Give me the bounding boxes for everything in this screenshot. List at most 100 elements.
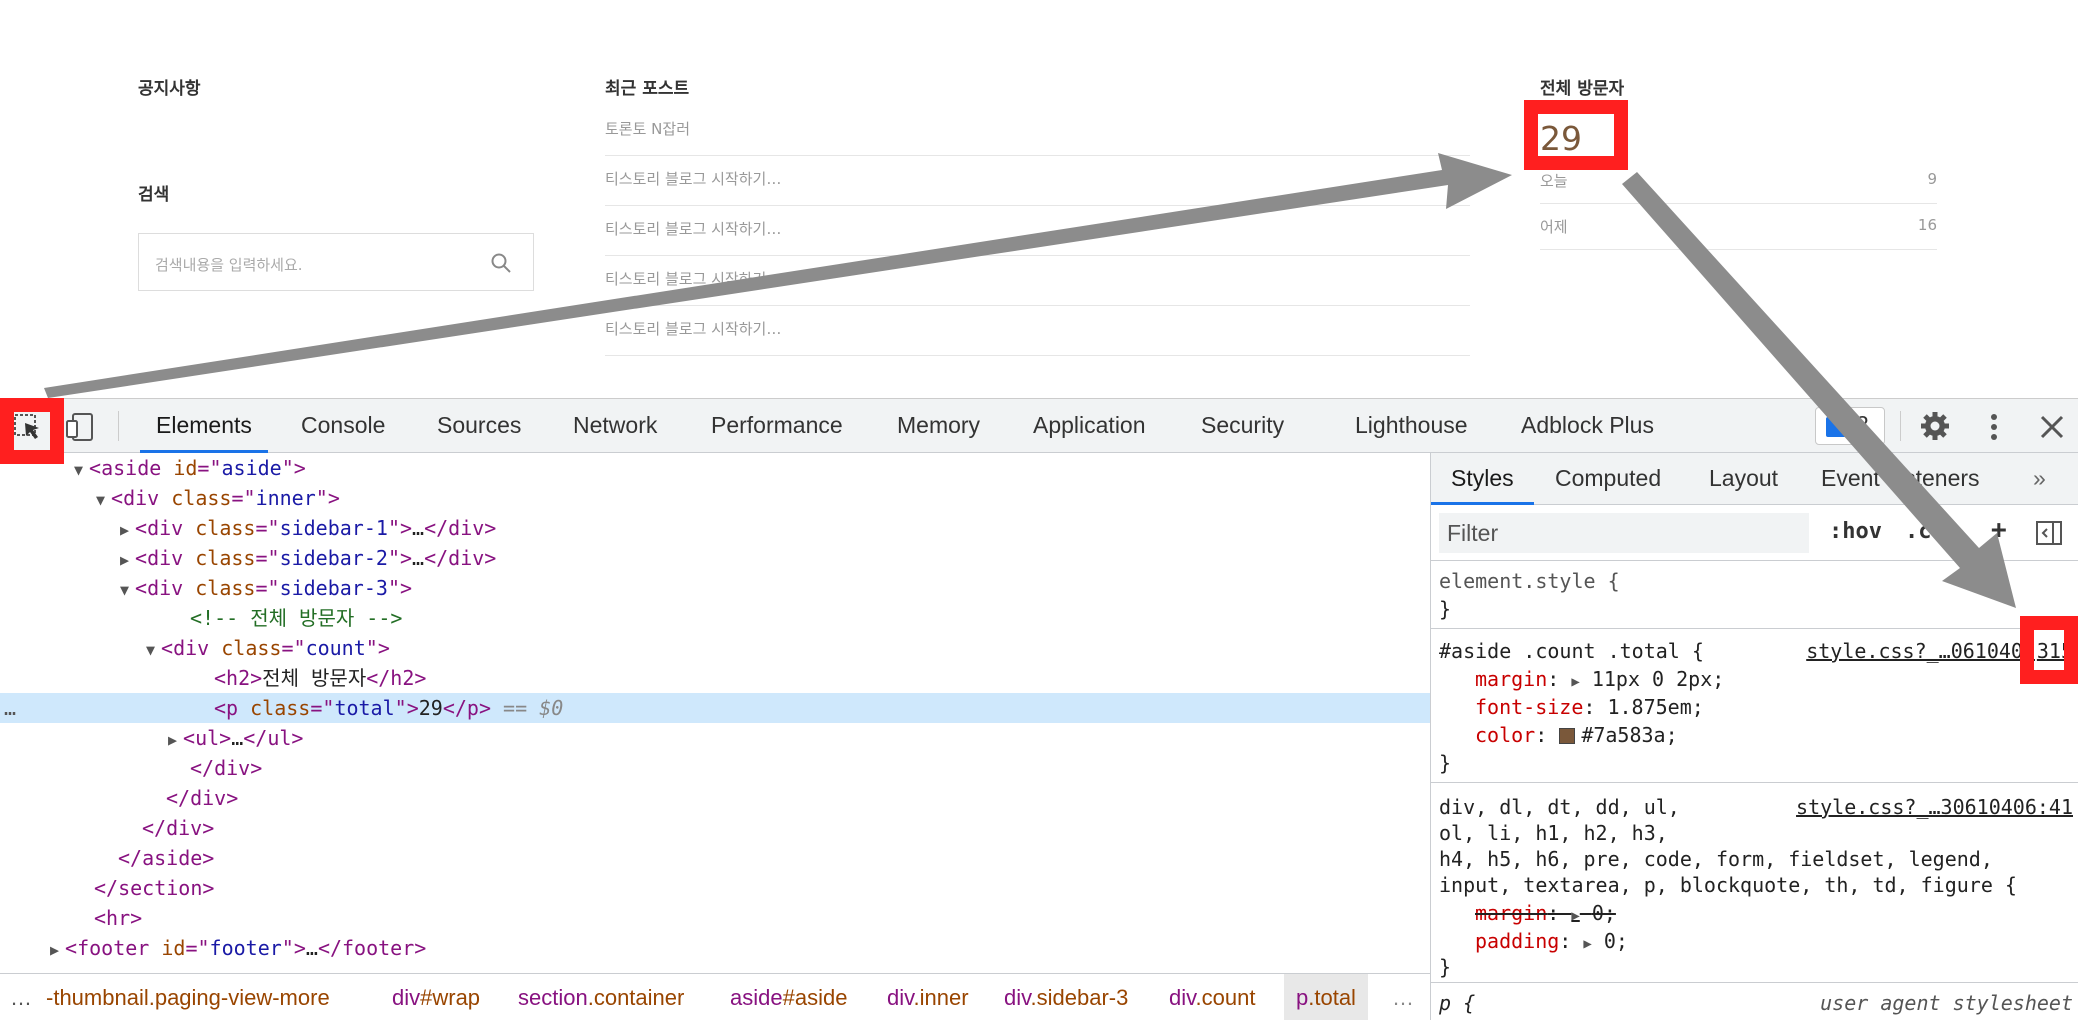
more-options-icon[interactable] xyxy=(1978,411,2010,443)
highlight-box-source-line xyxy=(2020,616,2078,684)
close-brace: } xyxy=(1439,955,1452,979)
search-placeholder: 검색내용을 입력하세요. xyxy=(155,256,303,274)
yesterday-value: 16 xyxy=(1917,216,1937,234)
blog-sidebar-area: 공지사항 검색 검색내용을 입력하세요. 최근 포스트 토론토 N잡러 티스토리… xyxy=(0,0,2078,398)
css-rule-total[interactable]: #aside .count .total { style.css?_…06104… xyxy=(1431,629,2078,783)
user-agent-label: user agent stylesheet xyxy=(1820,991,2073,1015)
issues-count: 2 xyxy=(1856,411,1869,437)
breadcrumb-item-selected[interactable]: p.total xyxy=(1284,974,1368,1020)
elements-tree[interactable]: ▼ <aside id="aside"> ▼ <div class="inner"> ▶… xyxy=(0,453,1430,973)
device-toolbar-icon[interactable] xyxy=(64,411,96,443)
rule-selector-line: ol, li, h1, h2, h3, xyxy=(1439,821,1668,845)
breadcrumb-item[interactable]: section.container xyxy=(518,974,684,1020)
tab-application[interactable]: Application xyxy=(1033,399,1146,453)
expanded-triangle-icon[interactable]: ▼ xyxy=(96,491,105,509)
tab-memory[interactable]: Memory xyxy=(897,399,980,453)
rule-source-link[interactable]: style.css?_…30610406:41 xyxy=(1796,793,2073,821)
css-rule-reset[interactable]: div, dl, dt, dd, ul, style.css?_…3061040… xyxy=(1431,783,2078,983)
dom-node[interactable]: </div> xyxy=(0,753,1430,783)
dom-node[interactable]: <h2>전체 방문자</h2> xyxy=(0,663,1430,693)
search-input[interactable]: 검색내용을 입력하세요. xyxy=(138,233,534,291)
tab-event-listeners[interactable]: Event Listeners xyxy=(1821,453,1980,505)
collapsed-triangle-icon[interactable]: ▶ xyxy=(120,521,129,539)
tab-network[interactable]: Network xyxy=(573,399,657,453)
search-icon[interactable] xyxy=(489,251,513,275)
issues-badge[interactable]: 2 xyxy=(1815,407,1885,445)
breadcrumb-item[interactable]: -thumbnail.paging-view-more xyxy=(46,974,330,1020)
breadcrumb-item[interactable]: div.count xyxy=(1169,974,1255,1020)
recent-post-item[interactable]: 토론토 N잡러 xyxy=(605,106,1470,156)
collapsed-triangle-icon[interactable]: ▶ xyxy=(120,551,129,569)
tab-performance[interactable]: Performance xyxy=(711,399,843,453)
dom-node[interactable]: ▶ <ul>…</ul> xyxy=(0,723,1430,753)
dom-node[interactable]: </div> xyxy=(0,783,1430,813)
dom-node[interactable]: ▶ <footer id="footer">…</footer> xyxy=(0,933,1430,963)
tab-styles[interactable]: Styles xyxy=(1431,453,1534,505)
recent-post-item[interactable]: 티스토리 블로그 시작하기… xyxy=(605,306,1470,356)
rule-selector-line: div, dl, dt, dd, ul, xyxy=(1439,795,1680,819)
devtools-tabbar: Elements Console Sources Network Perform… xyxy=(0,399,2078,453)
dom-node[interactable]: </section> xyxy=(0,873,1430,903)
breadcrumb-right-overflow[interactable]: … xyxy=(1392,974,1414,1020)
settings-gear-icon[interactable] xyxy=(1918,409,1952,443)
recent-post-item[interactable]: 티스토리 블로그 시작하기… xyxy=(605,256,1470,306)
breadcrumb-item[interactable]: aside#aside xyxy=(730,974,847,1020)
expanded-triangle-icon[interactable]: ▼ xyxy=(146,641,155,659)
expanded-triangle-icon[interactable]: ▼ xyxy=(74,461,83,479)
search-title: 검색 xyxy=(138,185,170,205)
breadcrumb-left-overflow[interactable]: … xyxy=(10,974,32,1020)
styles-filter-row: Filter :hov .cl + xyxy=(1431,505,2078,561)
dom-node[interactable]: ▼ <aside id="aside"> xyxy=(0,453,1430,483)
element-style-rule[interactable]: element.style { } xyxy=(1431,561,2078,629)
close-devtools-icon[interactable] xyxy=(2036,411,2068,443)
dom-node[interactable]: ▶ <div class="sidebar-2">…</div> xyxy=(0,543,1430,573)
tab-sources[interactable]: Sources xyxy=(437,399,521,453)
prop-color[interactable]: color: #7a583a; xyxy=(1475,721,1678,749)
recent-post-item[interactable]: 티스토리 블로그 시작하기… xyxy=(605,206,1470,256)
visitors-title: 전체 방문자 xyxy=(1540,79,1625,99)
close-brace: } xyxy=(1439,597,1452,621)
more-tabs-chevron-icon[interactable]: » xyxy=(2033,453,2046,505)
tab-console[interactable]: Console xyxy=(301,399,385,453)
prop-margin[interactable]: margin: ▶ 11px 0 2px; xyxy=(1475,665,1724,693)
dom-node[interactable]: <hr> xyxy=(0,903,1430,933)
dom-node-selected[interactable]: … <p class="total">29</p> == $0 xyxy=(0,693,1430,723)
expanded-triangle-icon[interactable]: ▼ xyxy=(120,581,129,599)
tab-computed[interactable]: Computed xyxy=(1555,453,1661,505)
dom-node[interactable]: <!-- 전체 방문자 --> xyxy=(0,603,1430,633)
node-actions-ellipsis[interactable]: … xyxy=(4,693,16,723)
highlight-box-visitor-count xyxy=(1524,100,1628,170)
prop-margin-overridden[interactable]: margin: ▶ 0; xyxy=(1475,899,1616,927)
color-swatch[interactable] xyxy=(1559,728,1576,744)
tab-security[interactable]: Security xyxy=(1201,399,1284,453)
new-rule-plus-icon[interactable]: + xyxy=(1991,515,2007,545)
css-rule-user-agent[interactable]: p { user agent stylesheet xyxy=(1431,983,2078,1020)
breadcrumb-item[interactable]: div.inner xyxy=(887,974,969,1020)
prop-padding[interactable]: padding: ▶ 0; xyxy=(1475,927,1628,955)
toggle-sidebar-icon[interactable] xyxy=(2035,519,2063,547)
collapsed-triangle-icon[interactable]: ▶ xyxy=(168,731,177,749)
tab-adblock-plus[interactable]: Adblock Plus xyxy=(1521,399,1654,453)
breadcrumb-item[interactable]: div#wrap xyxy=(392,974,480,1020)
collapsed-triangle-icon[interactable]: ▶ xyxy=(50,941,59,959)
dom-node[interactable]: </div> xyxy=(0,813,1430,843)
prop-font-size[interactable]: font-size: 1.875em; xyxy=(1475,693,1704,721)
dom-node[interactable]: ▶ <div class="sidebar-1">…</div> xyxy=(0,513,1430,543)
breadcrumb: … -thumbnail.paging-view-more div#wrap s… xyxy=(0,973,1430,1020)
hover-state-toggle[interactable]: :hov xyxy=(1829,519,1882,544)
dom-node[interactable]: ▼ <div class="sidebar-3"> xyxy=(0,573,1430,603)
tab-lighthouse[interactable]: Lighthouse xyxy=(1355,399,1468,453)
tab-layout[interactable]: Layout xyxy=(1709,453,1778,505)
class-toggle[interactable]: .cl xyxy=(1905,519,1945,544)
dom-node[interactable]: </aside> xyxy=(0,843,1430,873)
styles-pane: Styles Computed Layout Event Listeners »… xyxy=(1430,453,2078,1020)
tab-elements[interactable]: Elements xyxy=(140,399,268,453)
dom-node[interactable]: ▼ <div class="inner"> xyxy=(0,483,1430,513)
recent-post-item[interactable]: 티스토리 블로그 시작하기… xyxy=(605,156,1470,206)
rule-selector: #aside .count .total { xyxy=(1439,639,1704,663)
rule-source-link[interactable]: style.css?_…0610406 xyxy=(1806,637,2035,665)
styles-filter-input[interactable]: Filter xyxy=(1439,513,1809,553)
today-value: 9 xyxy=(1927,170,1937,188)
breadcrumb-item[interactable]: div.sidebar-3 xyxy=(1004,974,1128,1020)
dom-node[interactable]: ▼ <div class="count"> xyxy=(0,633,1430,663)
